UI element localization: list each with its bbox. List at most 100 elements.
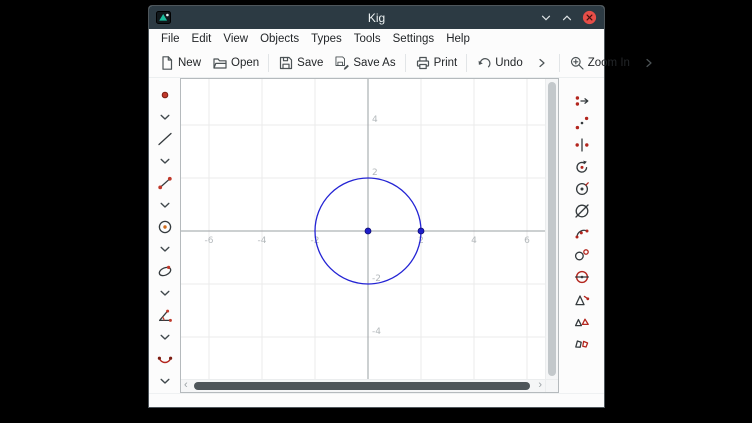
chevron-down-icon — [156, 196, 174, 214]
open-button[interactable]: Open — [207, 52, 264, 74]
projectivity-tool[interactable] — [569, 332, 595, 354]
point-tool[interactable] — [152, 84, 178, 106]
horizontal-scrollbar[interactable]: ‹ › — [181, 379, 545, 392]
print-button[interactable]: Print — [410, 52, 463, 74]
menubar: FileEditViewObjectsTypesToolsSettingsHel… — [149, 29, 604, 49]
open-folder-icon — [212, 55, 228, 71]
vertical-scrollbar-thumb[interactable] — [548, 82, 556, 376]
toolbar-button-label: Zoom In — [588, 57, 630, 69]
canvas-frame: -6-4-224642-2-4 ‹ › — [180, 78, 559, 393]
toolbar-separator — [559, 54, 560, 72]
maximize-button[interactable] — [561, 12, 573, 24]
statusbar — [149, 393, 604, 407]
toolbar-button-label: Save — [297, 57, 323, 69]
scale-tool[interactable] — [569, 178, 595, 200]
desktop-background: Kig FileEditViewObjectsTypesToolsSetting… — [0, 0, 752, 423]
undo-icon — [476, 55, 492, 71]
geometry-canvas[interactable]: -6-4-224642-2-4 — [181, 79, 545, 379]
close-button[interactable] — [582, 10, 597, 25]
x-tick-label: 6 — [524, 236, 530, 246]
arc-tool[interactable] — [152, 348, 178, 370]
menu-objects[interactable]: Objects — [254, 31, 305, 47]
menu-view[interactable]: View — [217, 31, 254, 47]
scroll-left-arrow-icon[interactable]: ‹ — [184, 379, 188, 392]
scale-over-line-icon — [573, 246, 591, 264]
menu-tools[interactable]: Tools — [348, 31, 387, 47]
angle-tool[interactable] — [152, 304, 178, 326]
x-tick-label: 4 — [471, 236, 477, 246]
menu-file[interactable]: File — [155, 31, 186, 47]
menu-edit[interactable]: Edit — [186, 31, 218, 47]
chevron-right-icon — [534, 55, 550, 71]
conic-tools-expander[interactable] — [152, 282, 178, 304]
point-object[interactable] — [418, 228, 424, 234]
menu-settings[interactable]: Settings — [387, 31, 441, 47]
arc-tools-expander[interactable] — [152, 370, 178, 392]
horizontal-scrollbar-thumb[interactable] — [194, 382, 530, 390]
titlebar[interactable]: Kig — [149, 6, 604, 29]
toolbar-separator — [405, 54, 406, 72]
new-document-icon — [159, 55, 175, 71]
mirror-tool[interactable] — [569, 134, 595, 156]
projective-rotation-tool[interactable] — [569, 222, 595, 244]
zoom-in-button[interactable]: Zoom In — [564, 52, 635, 74]
rotate-tool[interactable] — [569, 156, 595, 178]
zoom-in-icon — [569, 55, 585, 71]
main-content: -6-4-224642-2-4 ‹ › — [149, 78, 604, 393]
arc-icon — [156, 350, 174, 368]
new-button[interactable]: New — [154, 52, 206, 74]
vertical-scrollbar[interactable] — [545, 79, 558, 379]
toolbar-button-label: Save As — [353, 57, 395, 69]
affinity-icon — [573, 312, 591, 330]
circle-tools-expander[interactable] — [152, 238, 178, 260]
point-object[interactable] — [365, 228, 371, 234]
minimize-button[interactable] — [540, 12, 552, 24]
scale-over-line-tool[interactable] — [569, 244, 595, 266]
toolbar-overflow-arrow[interactable] — [636, 52, 662, 74]
point-reflection-icon — [573, 114, 591, 132]
chevron-down-icon — [156, 108, 174, 126]
toolbar-separator — [268, 54, 269, 72]
segment-icon — [156, 174, 174, 192]
save-as-button[interactable]: Save As — [329, 52, 400, 74]
close-x-icon — [582, 10, 597, 25]
print-icon — [415, 55, 431, 71]
menu-help[interactable]: Help — [440, 31, 476, 47]
scale-icon — [573, 180, 591, 198]
y-tick-label: 2 — [372, 168, 378, 178]
point-reflection-tool[interactable] — [569, 112, 595, 134]
inversion-tool[interactable] — [569, 200, 595, 222]
segment-tool[interactable] — [152, 172, 178, 194]
chevron-down-icon — [156, 328, 174, 346]
chevron-down-icon — [156, 284, 174, 302]
right-toolbar — [559, 78, 604, 393]
scroll-right-arrow-icon[interactable]: › — [538, 379, 542, 392]
circle-inversion-tool[interactable] — [569, 266, 595, 288]
angle-tools-expander[interactable] — [152, 326, 178, 348]
point-tools-expander[interactable] — [152, 106, 178, 128]
conic-tool[interactable] — [152, 260, 178, 282]
circle-icon — [156, 218, 174, 236]
kig-app-icon — [156, 11, 171, 24]
save-icon — [278, 55, 294, 71]
angle-icon — [156, 306, 174, 324]
chevron-right-icon — [641, 55, 657, 71]
point-icon — [156, 86, 174, 104]
line-tool[interactable] — [152, 128, 178, 150]
save-as-icon — [334, 55, 350, 71]
scrollbar-corner — [545, 379, 558, 392]
y-tick-label: 4 — [372, 115, 378, 125]
main-toolbar: NewOpenSaveSave AsPrintUndoZoom In — [149, 49, 604, 78]
kig-window: Kig FileEditViewObjectsTypesToolsSetting… — [148, 5, 605, 408]
similitude-tool[interactable] — [569, 288, 595, 310]
affinity-tool[interactable] — [569, 310, 595, 332]
circle-tool[interactable] — [152, 216, 178, 238]
undo-history-arrow[interactable] — [529, 52, 555, 74]
line-tools-expander[interactable] — [152, 150, 178, 172]
chevron-down-icon — [156, 240, 174, 258]
undo-button[interactable]: Undo — [471, 52, 528, 74]
segment-tools-expander[interactable] — [152, 194, 178, 216]
translate-tool[interactable] — [569, 90, 595, 112]
save-button[interactable]: Save — [273, 52, 328, 74]
menu-types[interactable]: Types — [305, 31, 348, 47]
